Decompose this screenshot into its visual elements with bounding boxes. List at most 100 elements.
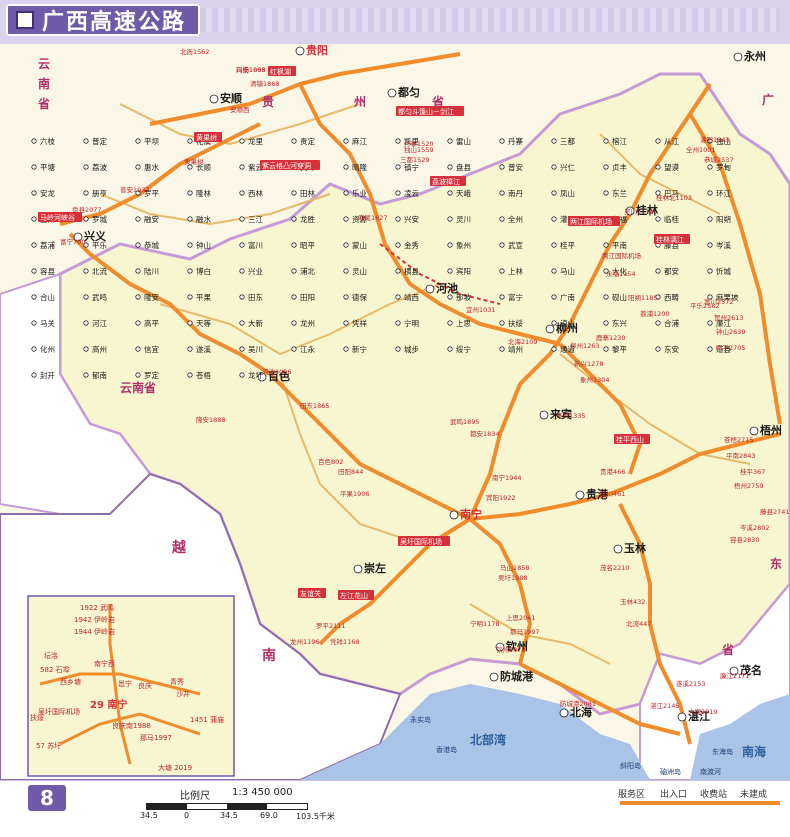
city-label: 浦北	[300, 266, 315, 276]
city-label: 隆林	[196, 188, 211, 198]
city-label: 宾阳	[456, 266, 471, 276]
exit-label: 隆安1888	[196, 415, 226, 424]
city-label: 象州	[456, 240, 471, 250]
city-marker	[395, 346, 401, 352]
city-marker	[31, 216, 37, 222]
city-marker	[551, 138, 557, 144]
city-marker	[499, 216, 505, 222]
city-marker	[425, 284, 435, 294]
city-label: 南宁	[460, 507, 482, 521]
city-marker	[31, 268, 37, 274]
island-label: 永实岛	[410, 715, 431, 724]
city-label: 江永	[300, 344, 315, 354]
region-label: 云南省	[120, 380, 156, 395]
city-marker	[499, 268, 505, 274]
highway-map: 贵州省云南省云南省广东省越南北部湾南海贵阳南宁安顺 都匀兴义百色河池柳州桂林来宾贵…	[0, 44, 790, 780]
city-marker	[551, 164, 557, 170]
city-marker	[187, 242, 193, 248]
city-marker	[135, 242, 141, 248]
city-label: 黎平	[612, 344, 627, 354]
exit-label: 兴安1003	[236, 65, 266, 74]
exit-label: 灵川1119	[624, 208, 654, 216]
capital-marker	[449, 510, 459, 520]
scenic-label: 友谊关	[300, 589, 321, 598]
city-marker	[551, 346, 557, 352]
city-label: 荔浦	[40, 240, 55, 250]
city-marker	[603, 346, 609, 352]
city-label: 武宣	[508, 240, 523, 250]
exit-label: 钟山2639	[716, 327, 746, 336]
city-label: 绥宁	[456, 344, 471, 354]
city-label: 富宁	[508, 292, 523, 302]
city-marker	[31, 190, 37, 196]
exit-label: 桂林北1103	[656, 193, 692, 202]
city-label: 西畴	[664, 292, 679, 302]
city-label: 高州	[92, 344, 107, 354]
city-marker	[239, 190, 245, 196]
exit-label: 独山1559	[404, 145, 434, 154]
exit-label: 陆川461	[600, 489, 625, 498]
city-label: 北流	[92, 266, 107, 276]
city-marker	[387, 88, 397, 98]
city-label: 封开	[40, 370, 55, 380]
exit-label: 盘县2077	[72, 205, 102, 214]
scale-label: 比例尺	[180, 791, 210, 802]
exit-label: 遂溪2153	[676, 679, 706, 688]
region-label: 州	[353, 95, 366, 109]
exit-label: 恭城2537	[704, 156, 734, 164]
scenic-label: 桂林漓江	[656, 235, 684, 244]
city-label: 灵川	[456, 215, 471, 224]
city-label: 永州	[743, 49, 766, 63]
inset-label: 那马1997	[140, 734, 172, 742]
city-marker	[83, 294, 89, 300]
city-marker	[551, 216, 557, 222]
city-label: 河江	[92, 319, 107, 328]
exit-label: 容县2830	[730, 535, 760, 544]
city-label: 平乐	[92, 240, 107, 250]
city-label: 榕江	[612, 136, 627, 146]
exit-label: 富川2572	[704, 297, 734, 306]
scenic-label: 马岭河峡谷	[40, 213, 75, 222]
city-label: 灵山	[352, 266, 367, 276]
exit-label: 永福1154	[606, 269, 636, 278]
exit-label: 马山1858	[500, 563, 530, 572]
scale-tick: 34.5	[140, 811, 158, 820]
city-label: 合山	[40, 292, 55, 302]
city-label: 崇左	[364, 561, 386, 575]
title-tab: 广西高速公路	[6, 4, 201, 36]
city-label: 凤山	[560, 188, 575, 198]
city-marker	[31, 294, 37, 300]
city-label: 郁南	[92, 370, 107, 380]
exit-label: 象州1304	[580, 375, 610, 384]
city-label: 新宁	[352, 344, 367, 354]
city-marker	[447, 138, 453, 144]
city-marker	[499, 242, 505, 248]
city-marker	[239, 320, 245, 326]
title-square-icon	[16, 11, 34, 29]
inset-label: 大塘 2019	[158, 763, 192, 772]
city-label: 全州	[508, 214, 523, 224]
city-marker	[343, 216, 349, 222]
city-label: 容县	[40, 266, 55, 276]
city-marker	[291, 216, 297, 222]
city-label: 安顺	[220, 91, 242, 105]
city-label: 靖西	[404, 292, 419, 302]
city-marker	[545, 324, 555, 334]
city-label: 凌云	[404, 188, 419, 198]
legend-label: 服务区	[618, 790, 646, 800]
exit-label: 黄果树	[184, 157, 204, 166]
city-marker	[551, 320, 557, 326]
city-marker	[499, 346, 505, 352]
city-marker	[551, 190, 557, 196]
island-label: 香港岛	[436, 745, 457, 754]
inset-label: 南宁西	[94, 659, 115, 668]
city-label: 望谟	[664, 162, 679, 172]
city-label: 那坡	[456, 292, 471, 302]
exit-label: 北海2109	[508, 337, 538, 346]
city-label: 平塘	[40, 162, 55, 172]
city-label: 金秀	[404, 240, 419, 250]
city-marker	[559, 708, 569, 718]
city-marker	[447, 190, 453, 196]
city-label: 平坝	[144, 137, 159, 146]
exit-label: 北流447	[626, 619, 651, 628]
